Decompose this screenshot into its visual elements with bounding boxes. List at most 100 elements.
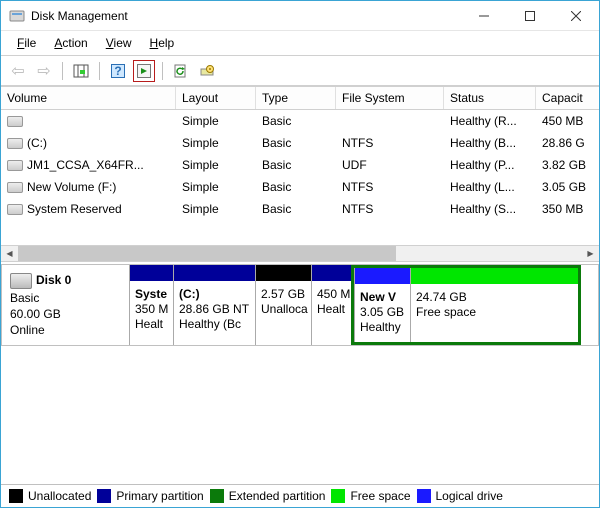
vol-type: Basic <box>256 112 336 130</box>
part-status: Healthy <box>360 320 405 335</box>
rescan-button[interactable] <box>170 60 192 82</box>
col-status[interactable]: Status <box>444 87 536 109</box>
vol-cap: 350 MB <box>536 200 598 218</box>
part-status: Healthy (Bc <box>179 317 250 332</box>
vol-type: Basic <box>256 156 336 174</box>
minimize-button[interactable] <box>461 1 507 31</box>
partition[interactable]: 24.74 GB Free space <box>410 268 578 342</box>
col-type[interactable]: Type <box>256 87 336 109</box>
vol-layout: Simple <box>176 200 256 218</box>
volume-table: Volume Layout Type File System Status Ca… <box>1 86 599 245</box>
scroll-right-button[interactable]: ▶ <box>582 246 599 261</box>
volume-icon <box>7 182 23 193</box>
vol-type: Basic <box>256 134 336 152</box>
disk-type: Basic <box>10 291 121 305</box>
part-status: Healt <box>317 302 346 317</box>
partition-bar <box>312 265 351 281</box>
vol-layout: Simple <box>176 112 256 130</box>
volume-icon <box>7 116 23 127</box>
partition-bar <box>355 268 410 284</box>
menu-action[interactable]: Action <box>46 33 95 53</box>
scroll-thumb[interactable] <box>18 246 396 261</box>
disk-header[interactable]: Disk 0 Basic 60.00 GB Online <box>1 264 129 346</box>
vol-name: New Volume (F:) <box>27 180 116 194</box>
part-size: 2.57 GB <box>261 287 306 302</box>
partition[interactable]: 2.57 GB Unalloca <box>255 265 311 345</box>
part-status: Healt <box>135 317 168 332</box>
partition[interactable]: 450 M Healt <box>311 265 351 345</box>
menu-view[interactable]: View <box>98 33 140 53</box>
vol-layout: Simple <box>176 178 256 196</box>
partition[interactable]: New V 3.05 GB Healthy <box>354 268 410 342</box>
col-volume[interactable]: Volume <box>1 87 176 109</box>
disk-state: Online <box>10 323 121 337</box>
swatch-free-icon <box>331 489 345 503</box>
volume-icon <box>7 138 23 149</box>
separator <box>62 62 63 80</box>
col-capacity[interactable]: Capacit <box>536 87 598 109</box>
partition-bar <box>130 265 173 281</box>
legend-unallocated: Unallocated <box>28 489 91 503</box>
refresh-view-button[interactable] <box>133 60 155 82</box>
disk-name: Disk 0 <box>36 273 71 287</box>
part-title: (C:) <box>179 287 250 302</box>
table-row[interactable]: Simple Basic Healthy (R... 450 MB <box>1 110 599 132</box>
legend-primary: Primary partition <box>116 489 203 503</box>
part-status: Free space <box>416 305 573 320</box>
vol-cap: 450 MB <box>536 112 598 130</box>
partition-bar <box>256 265 311 281</box>
vol-layout: Simple <box>176 134 256 152</box>
part-size: 24.74 GB <box>416 290 573 305</box>
table-row[interactable]: System Reserved Simple Basic NTFS Health… <box>1 198 599 220</box>
part-size: 350 M <box>135 302 168 317</box>
legend-logical: Logical drive <box>436 489 503 503</box>
separator <box>99 62 100 80</box>
disk-graphic: Disk 0 Basic 60.00 GB Online Syste 350 M… <box>1 264 599 346</box>
maximize-button[interactable] <box>507 1 553 31</box>
titlebar: Disk Management <box>1 1 599 31</box>
scroll-track[interactable] <box>18 246 582 261</box>
disk-size: 60.00 GB <box>10 307 121 321</box>
show-hide-console-button[interactable] <box>70 60 92 82</box>
svg-text:?: ? <box>114 64 121 78</box>
help-button[interactable]: ? <box>107 60 129 82</box>
vol-status: Healthy (R... <box>444 112 536 130</box>
col-filesystem[interactable]: File System <box>336 87 444 109</box>
window-title: Disk Management <box>31 9 461 23</box>
part-size: 3.05 GB <box>360 305 405 320</box>
table-body: Simple Basic Healthy (R... 450 MB(C:) Si… <box>1 110 599 245</box>
vol-cap: 28.86 G <box>536 134 598 152</box>
vol-type: Basic <box>256 178 336 196</box>
settings-button[interactable] <box>196 60 218 82</box>
disk-icon <box>10 273 32 289</box>
part-size: 28.86 GB NT <box>179 302 250 317</box>
separator <box>162 62 163 80</box>
partition[interactable]: (C:) 28.86 GB NT Healthy (Bc <box>173 265 255 345</box>
forward-button[interactable]: ⇨ <box>33 60 55 82</box>
extended-partition[interactable]: New V 3.05 GB Healthy 24.74 GB Free spac… <box>351 265 581 345</box>
h-scrollbar[interactable]: ◀ ▶ <box>1 245 599 262</box>
col-layout[interactable]: Layout <box>176 87 256 109</box>
vol-status: Healthy (S... <box>444 200 536 218</box>
legend-free: Free space <box>350 489 410 503</box>
scroll-left-button[interactable]: ◀ <box>1 246 18 261</box>
part-size: 450 M <box>317 287 346 302</box>
volume-icon <box>7 204 23 215</box>
vol-fs: NTFS <box>336 134 444 152</box>
close-button[interactable] <box>553 1 599 31</box>
back-button[interactable]: ⇦ <box>7 60 29 82</box>
partition-bar <box>174 265 255 281</box>
table-row[interactable]: (C:) Simple Basic NTFS Healthy (B... 28.… <box>1 132 599 154</box>
vol-layout: Simple <box>176 156 256 174</box>
vol-fs: NTFS <box>336 178 444 196</box>
partition[interactable]: Syste 350 M Healt <box>129 265 173 345</box>
swatch-primary-icon <box>97 489 111 503</box>
menu-help[interactable]: Help <box>142 33 183 53</box>
table-row[interactable]: New Volume (F:) Simple Basic NTFS Health… <box>1 176 599 198</box>
vol-status: Healthy (P... <box>444 156 536 174</box>
table-row[interactable]: JM1_CCSA_X64FR... Simple Basic UDF Healt… <box>1 154 599 176</box>
vol-name: (C:) <box>27 136 47 150</box>
menu-file[interactable]: File <box>9 33 44 53</box>
disk-management-icon <box>9 8 25 24</box>
part-title: New V <box>360 290 405 305</box>
